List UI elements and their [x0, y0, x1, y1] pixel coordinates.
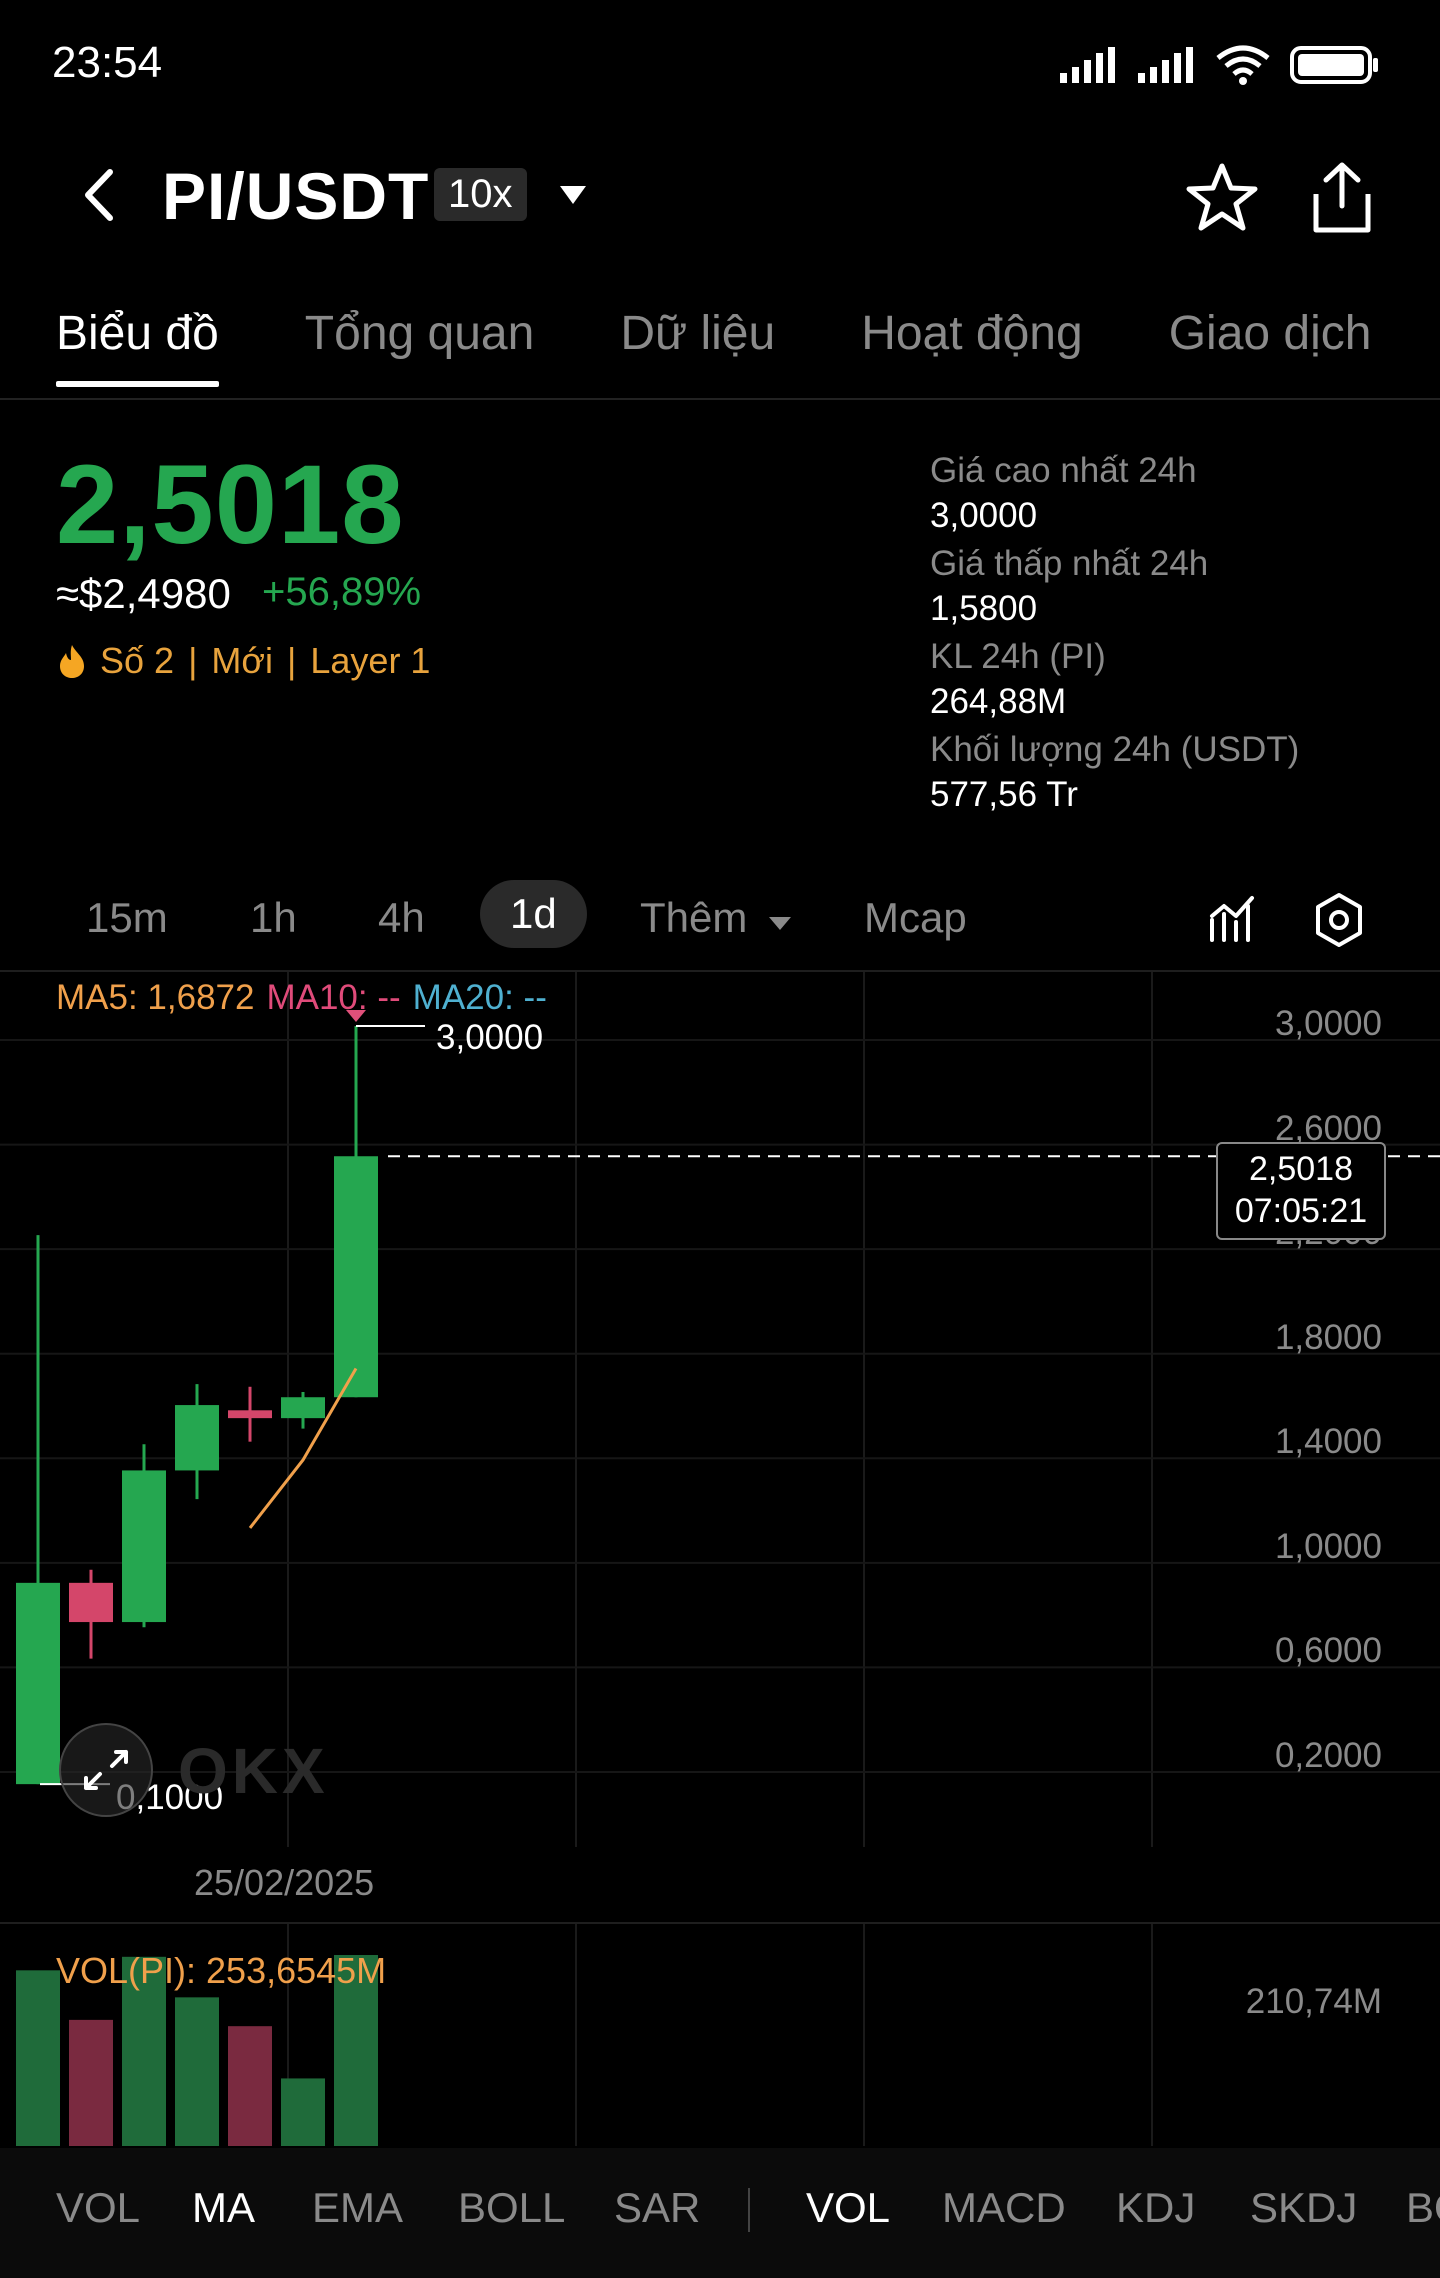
y-axis-label: 1,8000 [1274, 1317, 1382, 1357]
interval-mcap[interactable]: Mcap [864, 894, 967, 942]
high-marker-label: 3,0000 [436, 1018, 544, 1057]
tabs-divider [0, 398, 1440, 400]
tag-row: Số 2 | Mới | Layer 1 [58, 640, 430, 682]
candle-body[interactable] [228, 1410, 272, 1419]
countdown: 07:05:21 [1234, 1192, 1368, 1230]
back-icon[interactable] [70, 160, 130, 230]
current-price-value: 2,5018 [1249, 1150, 1353, 1188]
main-tabs: Biểu đồ Tổng quan Dữ liệu Hoạt động Giao… [56, 306, 1371, 387]
interval-4h[interactable]: 4h [378, 894, 425, 942]
tag-separator: | [188, 640, 198, 681]
volume-bar[interactable] [16, 1970, 60, 2146]
usd-price: ≈$2,4980 [56, 570, 231, 617]
candle-body[interactable] [175, 1405, 219, 1471]
stat-label: Khối lượng 24h (USDT) [930, 730, 1300, 769]
indicator-kdj[interactable]: KDJ [1116, 2184, 1195, 2232]
candle-body[interactable] [16, 1582, 60, 1785]
indicator-ma[interactable]: MA [192, 2184, 255, 2232]
settings-icon[interactable] [1312, 892, 1366, 948]
stat-label: KL 24h (PI) [930, 637, 1106, 676]
volume-bar[interactable] [175, 1997, 219, 2146]
indicator-separator [748, 2188, 750, 2232]
status-time: 23:54 [52, 38, 163, 87]
wifi-icon [1216, 45, 1270, 85]
ma10-value: MA10: -- [266, 978, 401, 1017]
indicator-vol-sub[interactable]: VOL [806, 2184, 890, 2232]
tab-overview[interactable]: Tổng quan [305, 306, 535, 387]
tag-separator: | [287, 640, 297, 681]
volume-bar[interactable] [69, 2019, 113, 2146]
ma5-value: MA5: 1,6872 [56, 978, 255, 1017]
chevron-down-icon [769, 917, 792, 930]
tab-data[interactable]: Dữ liệu [620, 306, 775, 387]
interval-1h[interactable]: 1h [250, 894, 297, 942]
indicator-bar: VOL MA EMA BOLL SAR VOL MACD KDJ SKDJ BO [0, 2148, 1440, 2278]
stat-value: 577,56 Tr [930, 775, 1078, 814]
leverage-badge[interactable]: 10x [434, 168, 527, 221]
share-icon[interactable] [1306, 160, 1378, 236]
y-axis-label: 0,2000 [1274, 1736, 1382, 1775]
battery-icon [1290, 46, 1378, 84]
fire-icon [60, 645, 84, 678]
candle-body[interactable] [69, 1582, 113, 1623]
stat-label: Giá cao nhất 24h [930, 451, 1197, 490]
signal-icon [1060, 47, 1115, 83]
candle-body[interactable] [281, 1397, 325, 1419]
y-axis-label: 3,0000 [1274, 1004, 1382, 1043]
tag-rank[interactable]: Số 2 [100, 640, 174, 682]
indicator-boll-sub[interactable]: BO [1406, 2184, 1440, 2232]
price-chart[interactable] [0, 972, 1440, 1847]
star-icon[interactable] [1184, 160, 1260, 236]
stat-value: 1,5800 [930, 589, 1038, 628]
candle-body[interactable] [334, 1156, 378, 1398]
pair-title[interactable]: PI/USDT [162, 158, 429, 234]
tag-layer[interactable]: Layer 1 [310, 640, 430, 682]
volume-axis-label: 210,74M [1245, 1982, 1382, 2021]
chevron-down-icon[interactable] [558, 184, 588, 206]
interval-more[interactable]: Thêm [640, 894, 793, 942]
tab-trade[interactable]: Giao dịch [1169, 306, 1372, 387]
tag-new[interactable]: Mới [211, 640, 273, 682]
y-axis-label: 0,6000 [1274, 1631, 1382, 1671]
ma-legend: MA5: 1,6872 MA10: -- MA20: -- [56, 978, 547, 1018]
indicator-sar[interactable]: SAR [614, 2184, 700, 2232]
ma20-value: MA20: -- [412, 978, 547, 1017]
volume-legend: VOL(PI): 253,6545M [56, 1950, 387, 1991]
indicator-chart-icon[interactable] [1208, 894, 1258, 944]
okx-watermark: OKX [178, 1735, 329, 1807]
status-icons [1058, 44, 1380, 86]
tab-activity[interactable]: Hoạt động [861, 306, 1083, 387]
y-axis-label: 1,0000 [1274, 1526, 1382, 1566]
interval-1d[interactable]: 1d [480, 880, 587, 948]
interval-bar: 15m 1h 4h 1d Thêm Mcap [0, 876, 1440, 964]
indicator-macd[interactable]: MACD [942, 2184, 1066, 2232]
stats-panel: Giá cao nhất 24h 3,0000 Giá thấp nhất 24… [930, 448, 1410, 820]
stat-value: 264,88M [930, 682, 1067, 721]
x-axis-date: 25/02/2025 [194, 1862, 375, 1903]
signal-icon-2 [1138, 47, 1193, 83]
interval-more-label: Thêm [640, 894, 748, 941]
indicator-skdj[interactable]: SKDJ [1250, 2184, 1357, 2232]
candle-body[interactable] [122, 1470, 166, 1623]
volume-bar[interactable] [281, 2078, 325, 2146]
current-price-tag[interactable]: 2,5018 07:05:21 [1216, 1142, 1386, 1240]
tab-chart[interactable]: Biểu đồ [56, 306, 219, 387]
indicator-ema[interactable]: EMA [312, 2184, 403, 2232]
indicator-vol-main[interactable]: VOL [56, 2184, 140, 2232]
stat-value: 3,0000 [930, 496, 1038, 535]
interval-15m[interactable]: 15m [86, 894, 168, 942]
y-axis-label: 1,4000 [1274, 1422, 1382, 1462]
last-price: 2,5018 [56, 442, 405, 567]
volume-bar[interactable] [228, 2026, 272, 2146]
indicator-boll[interactable]: BOLL [458, 2184, 565, 2232]
expand-icon[interactable] [58, 1722, 154, 1818]
price-change: +56,89% [262, 570, 422, 614]
stat-label: Giá thấp nhất 24h [930, 544, 1209, 583]
